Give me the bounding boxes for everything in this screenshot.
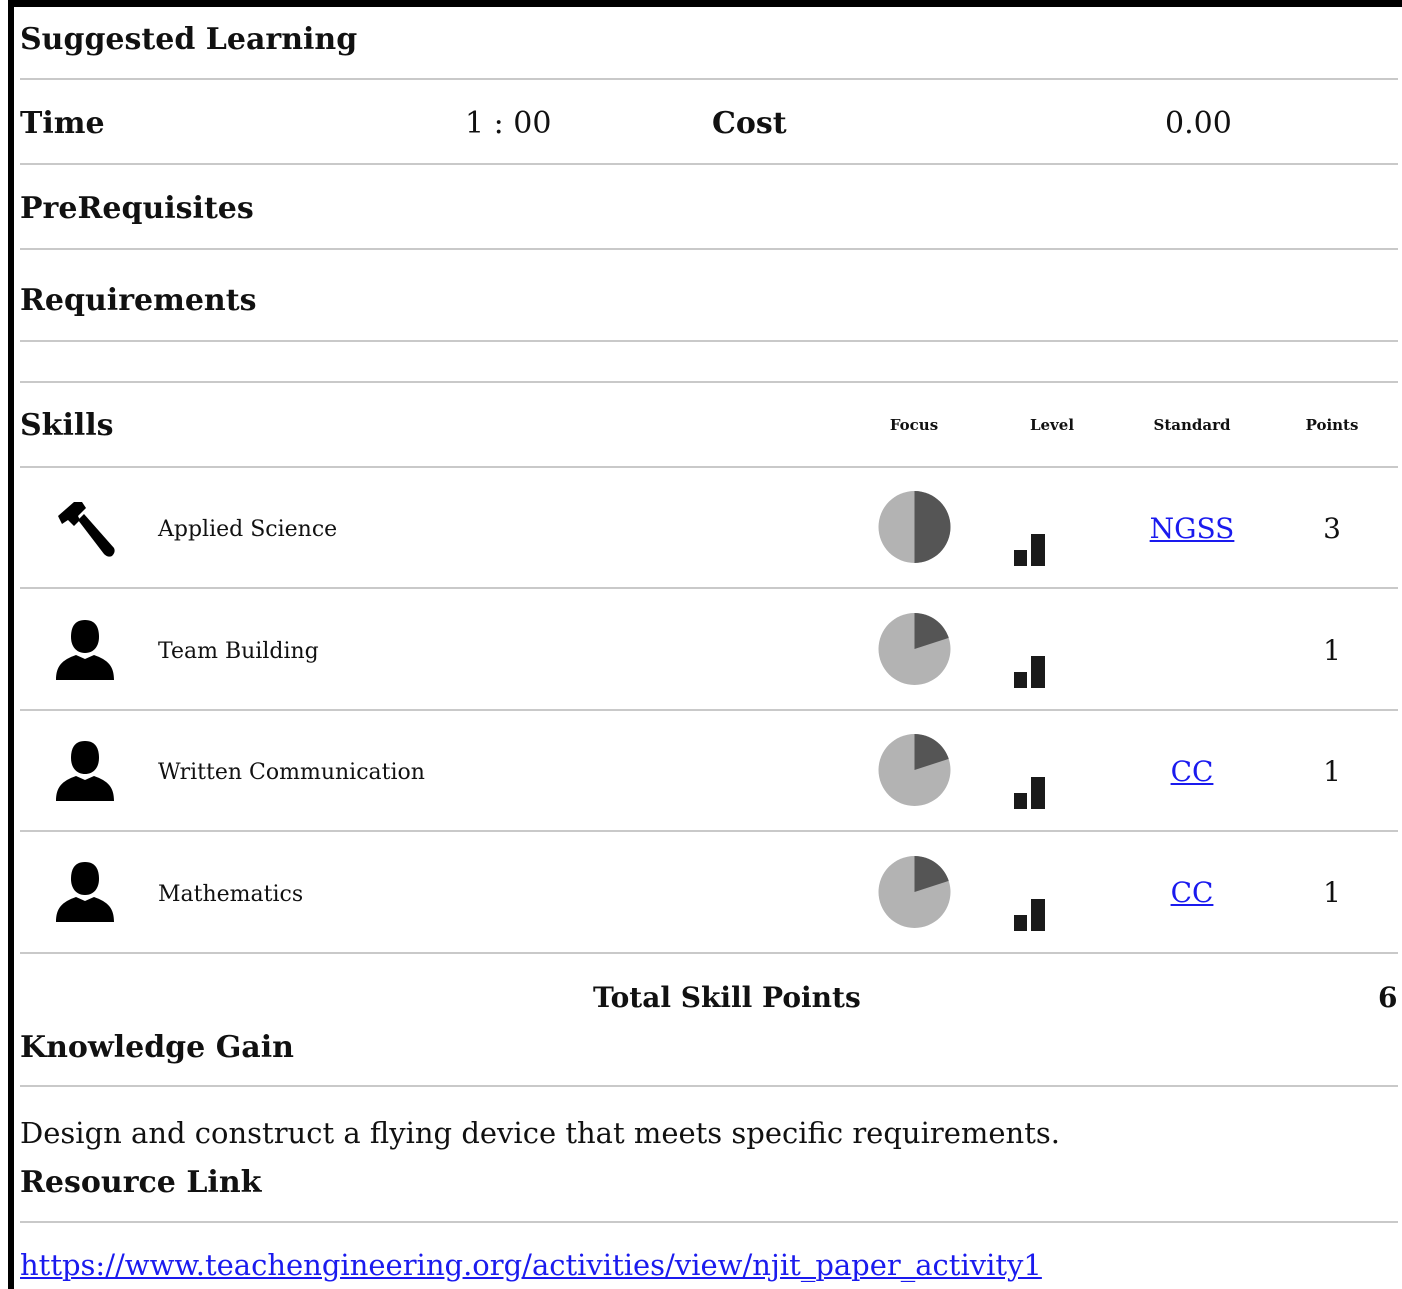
divider [20, 1221, 1398, 1223]
divider [20, 952, 1398, 954]
cost-value: 0.00 [1165, 106, 1232, 141]
focus-pie-chart [878, 856, 951, 928]
prerequisites-heading: PreRequisites [20, 191, 254, 226]
skill-points: 1 [1323, 876, 1341, 909]
knowledge-gain-text: Design and construct a flying device tha… [20, 1116, 1060, 1150]
knowledge-gain-heading: Knowledge Gain [20, 1030, 294, 1065]
standard-link[interactable]: CC [1132, 755, 1252, 788]
level-bars-icon [1014, 899, 1045, 931]
person-icon [56, 862, 114, 922]
divider [20, 709, 1398, 711]
time-value: 1 : 00 [465, 106, 552, 141]
column-header-level: Level [1029, 416, 1075, 434]
hammer-icon [58, 502, 115, 557]
top-border [8, 0, 1402, 7]
cost-label: Cost [712, 106, 787, 141]
time-label: Time [20, 106, 105, 141]
skills-heading: Skills [20, 408, 114, 443]
focus-pie-chart [878, 734, 951, 806]
focus-pie-chart [878, 613, 951, 685]
column-header-standard: Standard [1153, 416, 1231, 434]
divider [20, 248, 1398, 250]
standard-link[interactable]: NGSS [1132, 512, 1252, 545]
divider [20, 466, 1398, 468]
resource-link-heading: Resource Link [20, 1165, 262, 1200]
focus-pie-slice [914, 491, 951, 563]
divider [20, 1085, 1398, 1087]
person-icon [56, 620, 114, 680]
resource-link[interactable]: https://www.teachengineering.org/activit… [20, 1248, 1042, 1282]
column-header-focus: Focus [889, 416, 939, 434]
suggested-learning-heading: Suggested Learning [20, 22, 358, 57]
requirements-heading: Requirements [20, 283, 257, 318]
skill-points: 1 [1323, 755, 1341, 788]
skill-name: Mathematics [158, 882, 304, 907]
divider [20, 381, 1398, 383]
person-icon [56, 741, 114, 801]
standard-link[interactable]: CC [1132, 876, 1252, 909]
total-skill-points-value: 6 [1378, 981, 1398, 1014]
column-header-points: Points [1305, 416, 1359, 434]
skill-name: Applied Science [158, 517, 338, 542]
skill-name: Written Communication [158, 760, 425, 785]
level-bars-icon [1014, 534, 1045, 566]
skill-points: 1 [1323, 634, 1341, 667]
left-border [8, 0, 14, 1289]
level-bars-icon [1014, 777, 1045, 809]
divider [20, 163, 1398, 165]
total-skill-points-label: Total Skill Points [593, 981, 861, 1014]
divider [20, 830, 1398, 832]
divider [20, 78, 1398, 80]
divider [20, 587, 1398, 589]
skill-name: Team Building [158, 639, 319, 664]
level-bars-icon [1014, 656, 1045, 688]
divider [20, 340, 1398, 342]
focus-pie-chart [878, 491, 951, 563]
skill-points: 3 [1323, 512, 1341, 545]
